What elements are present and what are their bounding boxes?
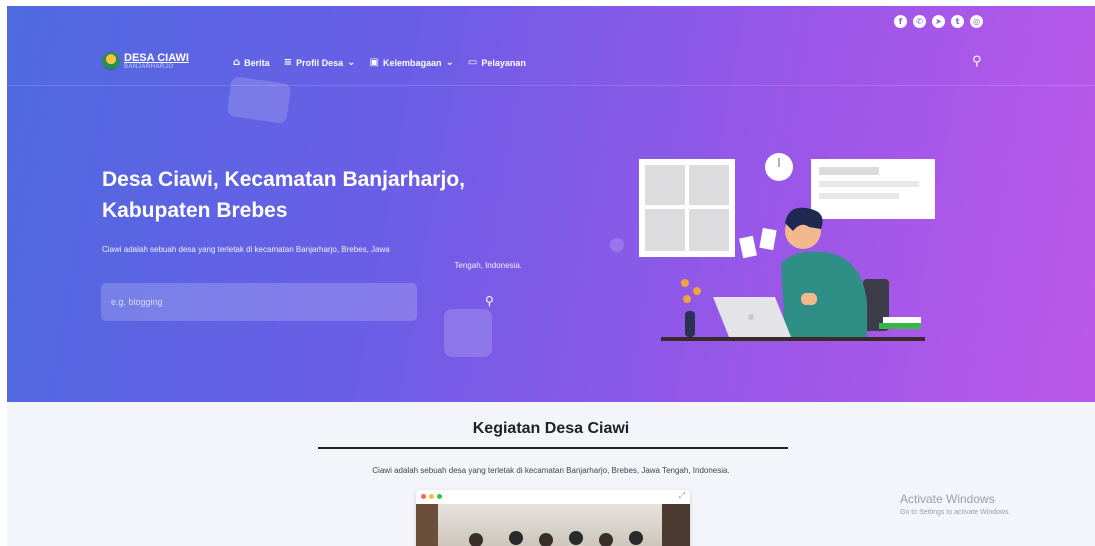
person-head <box>599 533 613 546</box>
telegram-icon[interactable]: ➤ <box>932 15 945 28</box>
watermark-title: Activate Windows <box>900 492 995 506</box>
person-head <box>569 531 583 545</box>
search-input[interactable] <box>111 283 381 321</box>
hero-section: f ✆ ➤ t ◎ DESA CIAWI BANJARHARJO ⌂ Berit… <box>7 6 1095 402</box>
person-head <box>539 533 553 546</box>
logo-subtitle: BANJARHARJO <box>124 63 174 70</box>
cabinet <box>662 504 690 546</box>
nav-item-profil-desa[interactable]: ≡ Profil Desa ⌄ <box>284 57 356 68</box>
chevron-down-icon: ⌄ <box>445 57 454 68</box>
site-logo[interactable]: DESA CIAWI BANJARHARJO <box>102 52 189 70</box>
hero-desc-line: Tengah, Indonesia. <box>454 261 522 270</box>
hero-illustration <box>639 153 935 341</box>
window-controls <box>421 494 442 499</box>
book-stack <box>879 323 921 329</box>
window-pane <box>645 165 685 205</box>
person-body <box>781 251 867 337</box>
building-icon: ▣ <box>369 57 379 68</box>
flower <box>681 279 689 287</box>
hero-desc-line: Ciawi adalah sebuah desa yang terletak d… <box>102 245 390 254</box>
hero-search-box: ⚲ <box>101 283 494 321</box>
board-line <box>819 181 919 187</box>
hero-title-line: Desa Ciawi, Kecamatan Banjarharjo, <box>102 168 465 191</box>
photo-scene <box>416 504 690 546</box>
logo-emblem-icon <box>102 52 120 70</box>
person-head <box>469 533 483 546</box>
facebook-icon[interactable]: f <box>894 15 907 28</box>
expand-icon[interactable]: ⤢ <box>679 491 685 501</box>
section-title: Kegiatan Desa Ciawi <box>472 420 630 437</box>
book-stack <box>883 317 921 323</box>
section-description: Ciawi adalah sebuah desa yang terletak d… <box>372 466 730 475</box>
home-icon: ⌂ <box>233 57 241 68</box>
flower <box>693 287 701 295</box>
nav-item-pelayanan[interactable]: ▭ Pelayanan <box>468 57 526 68</box>
nav-item-label: Profil Desa <box>296 57 344 68</box>
page: f ✆ ➤ t ◎ DESA CIAWI BANJARHARJO ⌂ Berit… <box>7 6 1095 546</box>
hero-title: Desa Ciawi, Kecamatan Banjarharjo, Kabup… <box>102 164 562 226</box>
twitter-icon[interactable]: t <box>951 15 964 28</box>
desk <box>661 337 925 341</box>
nav-item-berita[interactable]: ⌂ Berita <box>233 57 270 68</box>
search-icon[interactable]: ⚲ <box>972 54 982 69</box>
instagram-icon[interactable]: ◎ <box>970 15 983 28</box>
social-links: f ✆ ➤ t ◎ <box>894 15 983 28</box>
board-line <box>819 167 879 175</box>
window-pane <box>689 165 729 205</box>
nav-item-label: Berita <box>244 57 270 68</box>
person-head <box>629 531 643 545</box>
vase <box>685 311 695 337</box>
nav-item-kelembagaan[interactable]: ▣ Kelembagaan ⌄ <box>370 57 454 68</box>
divider <box>318 447 788 449</box>
activity-photo <box>416 504 690 546</box>
windows-activation-watermark: Activate Windows Go to Settings to activ… <box>900 492 1011 516</box>
maximize-dot-icon <box>437 494 442 499</box>
person-head <box>509 531 523 545</box>
hero-description: Ciawi adalah sebuah desa yang terletak d… <box>102 242 522 274</box>
board-line <box>819 193 899 199</box>
paper-note <box>759 227 777 251</box>
list-icon: ≡ <box>283 57 293 68</box>
watermark-subtitle: Go to Settings to activate Windows. <box>900 509 1011 516</box>
folder-icon: ▭ <box>467 57 478 68</box>
paper-note <box>739 235 757 259</box>
nav-item-label: Kelembagaan <box>382 57 442 68</box>
decor-square <box>444 309 492 357</box>
flower <box>683 295 691 303</box>
laptop-logo <box>748 314 754 320</box>
search-icon[interactable]: ⚲ <box>485 294 494 308</box>
activity-preview-card[interactable]: ⤢ <box>416 490 690 546</box>
logo-title: DESA CIAWI <box>124 51 189 64</box>
bookshelf <box>416 504 438 546</box>
window-pane <box>645 209 685 251</box>
hero-title-line: Kabupaten Brebes <box>102 199 288 222</box>
minimize-dot-icon <box>429 494 434 499</box>
navbar: DESA CIAWI BANJARHARJO ⌂ Berita ≡ Profil… <box>7 40 1095 86</box>
person-hand <box>801 293 817 305</box>
window-pane <box>689 209 729 251</box>
whatsapp-icon[interactable]: ✆ <box>913 15 926 28</box>
nav-item-label: Pelayanan <box>481 57 526 68</box>
main-menu: ⌂ Berita ≡ Profil Desa ⌄ ▣ Kelembagaan ⌄… <box>233 57 526 68</box>
chevron-down-icon: ⌄ <box>347 57 356 68</box>
close-dot-icon <box>421 494 426 499</box>
